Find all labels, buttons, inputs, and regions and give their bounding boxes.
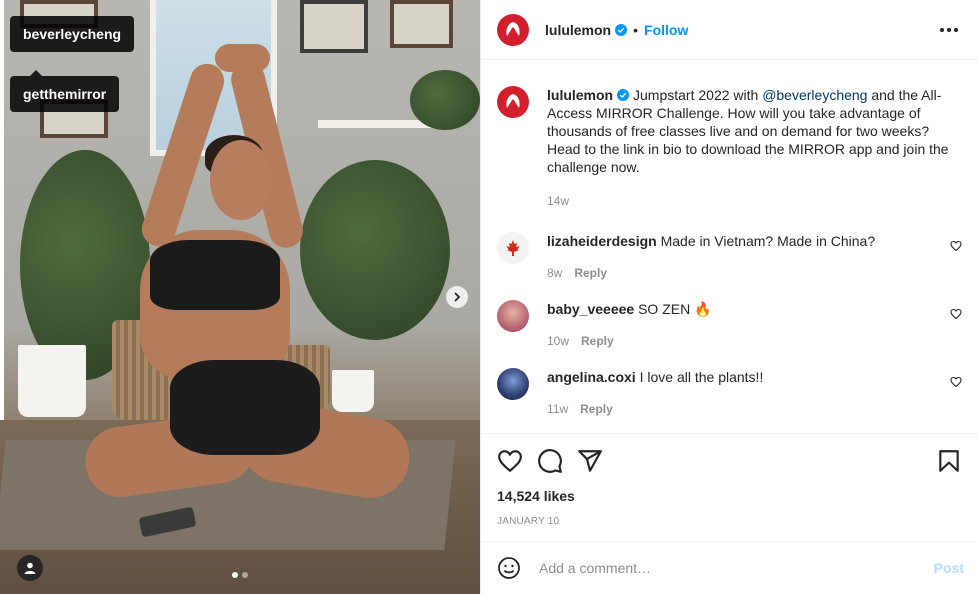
add-comment-bar: Post <box>481 541 978 594</box>
comment-timestamp[interactable]: 11w <box>547 400 568 418</box>
emoji-icon[interactable] <box>497 556 521 580</box>
plant <box>410 70 480 130</box>
verified-badge-icon <box>617 89 630 101</box>
comment-item: lizaheiderdesign Made in Vietnam? Made i… <box>497 232 962 282</box>
lululemon-logo-icon <box>506 94 520 108</box>
comment-username[interactable]: angelina.coxi <box>547 369 636 385</box>
action-icons <box>497 446 962 476</box>
carousel-dot <box>232 572 238 578</box>
caption-mention-link[interactable]: @beverleycheng <box>762 87 867 103</box>
wall-frame <box>390 0 453 48</box>
carousel-indicator <box>232 572 248 578</box>
comment-meta: 10w Reply <box>547 332 938 350</box>
bookmark-icon[interactable] <box>936 448 962 474</box>
post-actions: 14,524 likes JANUARY 10 <box>481 433 978 541</box>
share-icon[interactable] <box>577 448 603 474</box>
maple-leaf-icon <box>506 240 520 256</box>
show-tags-button[interactable] <box>17 555 43 581</box>
heart-icon[interactable] <box>950 240 962 252</box>
post-comment-button[interactable]: Post <box>934 560 964 576</box>
plant-pot <box>18 345 86 417</box>
heart-icon[interactable] <box>950 308 962 320</box>
comment-item: angelina.coxi I love all the plants!! 11… <box>497 368 962 418</box>
caption-meta: 14w <box>547 192 962 210</box>
comments-section[interactable]: lululemon Jumpstart 2022 with @beverleyc… <box>481 60 978 433</box>
caption-body: lululemon Jumpstart 2022 with @beverleyc… <box>547 86 962 210</box>
comment-meta: 8w Reply <box>547 264 938 282</box>
comment-timestamp[interactable]: 8w <box>547 264 562 282</box>
plant-pot <box>332 370 374 412</box>
avatar[interactable] <box>497 368 529 400</box>
wall-frame <box>300 0 368 53</box>
caption: lululemon Jumpstart 2022 with @beverleyc… <box>497 86 962 210</box>
next-image-button[interactable] <box>446 286 468 308</box>
comment-text: I love all the plants!! <box>639 369 764 385</box>
avatar[interactable] <box>497 232 529 264</box>
avatar[interactable] <box>497 300 529 332</box>
post-image[interactable]: beverleycheng getthemirror <box>0 0 480 594</box>
post-details-panel: lululemon • Follow lululemon Jumpstart 2… <box>480 0 978 594</box>
post-date[interactable]: JANUARY 10 <box>497 516 962 541</box>
caption-username[interactable]: lululemon <box>547 87 613 103</box>
comment-item: baby_veeeee SO ZEN 🔥 10w Reply <box>497 300 962 350</box>
comment-input[interactable] <box>537 559 934 577</box>
reply-button[interactable]: Reply <box>581 332 614 350</box>
comment-meta: 11w Reply <box>547 400 938 418</box>
heart-icon[interactable] <box>950 376 962 388</box>
comment-icon[interactable] <box>537 448 563 474</box>
comment-username[interactable]: baby_veeeee <box>547 301 634 317</box>
separator-dot: • <box>633 21 639 38</box>
chevron-right-icon <box>454 292 461 302</box>
post-author-username[interactable]: lululemon <box>545 22 611 38</box>
user-icon <box>24 562 36 574</box>
lululemon-logo-icon <box>506 21 520 36</box>
comment-text: Made in Vietnam? Made in China? <box>660 233 876 249</box>
plant <box>300 160 450 340</box>
likes-count[interactable]: 14,524 likes <box>497 488 962 504</box>
hands <box>215 44 270 72</box>
comment-username[interactable]: lizaheiderdesign <box>547 233 657 249</box>
comment-body: baby_veeeee SO ZEN 🔥 10w Reply <box>547 300 962 350</box>
comment-text: SO ZEN 🔥 <box>638 301 712 317</box>
verified-badge-icon <box>615 23 628 36</box>
heart-icon[interactable] <box>497 448 523 474</box>
follow-button[interactable]: Follow <box>644 22 688 38</box>
reply-button[interactable]: Reply <box>580 400 613 418</box>
caption-timestamp[interactable]: 14w <box>547 192 569 210</box>
comment-body: lizaheiderdesign Made in Vietnam? Made i… <box>547 232 962 282</box>
avatar[interactable] <box>497 13 529 46</box>
sports-bra <box>150 240 280 310</box>
post-modal: beverleycheng getthemirror lululemon • F… <box>0 0 978 594</box>
user-tag[interactable]: beverleycheng <box>10 16 135 52</box>
more-options-button[interactable] <box>936 24 962 36</box>
caption-text: Jumpstart 2022 with <box>629 87 763 103</box>
comment-timestamp[interactable]: 10w <box>547 332 569 350</box>
more-icon <box>940 27 944 32</box>
post-header: lululemon • Follow <box>481 0 978 60</box>
carousel-dot <box>242 572 248 578</box>
user-tag[interactable]: getthemirror <box>10 76 120 112</box>
avatar[interactable] <box>497 86 529 118</box>
shorts <box>170 360 320 455</box>
comment-body: angelina.coxi I love all the plants!! 11… <box>547 368 962 418</box>
person-head <box>210 140 272 220</box>
reply-button[interactable]: Reply <box>574 264 607 282</box>
